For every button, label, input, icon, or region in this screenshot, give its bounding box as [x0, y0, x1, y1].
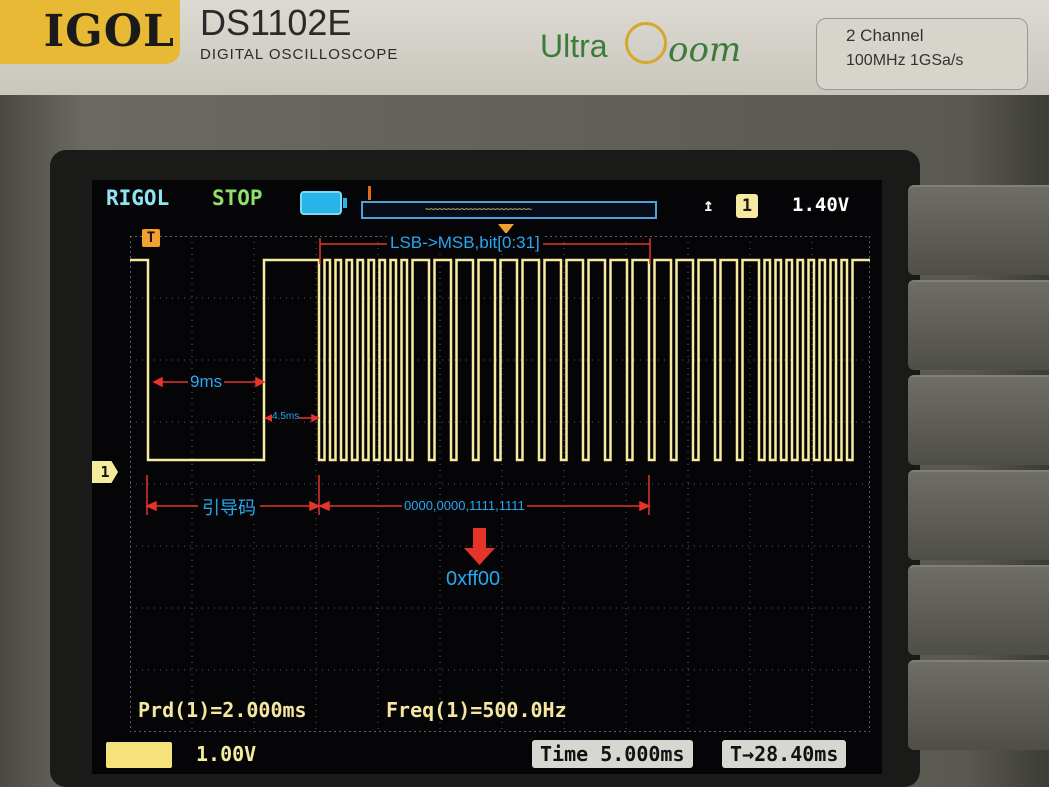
- bit-order-annotation: LSB->MSB,bit[0:31]: [387, 233, 543, 253]
- series-prefix: Ultra: [540, 28, 608, 64]
- softkey-1-button[interactable]: [908, 185, 1049, 275]
- softkey-2-button[interactable]: [908, 280, 1049, 370]
- annotation-overlay: [145, 238, 651, 565]
- bottom-status-bar: 1.00V Time 5.000ms T→28.40ms: [92, 736, 882, 774]
- model-subtitle: DIGITAL OSCILLOSCOPE: [200, 46, 399, 63]
- brand-logo: IGOL: [43, 6, 175, 57]
- ch1-volts-per-div: 1.00V: [196, 742, 257, 766]
- model-name: DS1102E: [200, 2, 352, 43]
- series-suffix: oom: [668, 30, 742, 70]
- lead-high-duration: 4.5ms: [272, 411, 300, 422]
- decoded-result: 0xff00: [446, 568, 501, 590]
- zoom-logo-icon: [625, 22, 667, 64]
- leader-code-label: 引导码: [198, 494, 260, 520]
- trigger-offset-readout: T→28.40ms: [722, 740, 847, 768]
- spec-bandwidth: 100MHz 1GSa/s: [846, 52, 964, 69]
- lead-low-duration: 9ms: [188, 372, 225, 392]
- softkey-6-button[interactable]: [908, 660, 1049, 750]
- timebase-readout: Time 5.000ms: [532, 740, 693, 768]
- softkey-4-button[interactable]: [908, 470, 1049, 560]
- period-measurement: Prd(1)=2.000ms: [138, 698, 307, 722]
- softkey-5-button[interactable]: [908, 565, 1049, 655]
- oscilloscope-display: RIGOL STOP ~~~~~~~~~~~~~~~~~~~~~~~~ ↥ 1 …: [92, 180, 882, 774]
- data-bits-label: 0000,0000,1111,1111: [402, 498, 527, 513]
- ch1-coupling-icon[interactable]: [106, 742, 172, 768]
- spec-channels: 2 Channel: [846, 26, 924, 45]
- result-arrow-icon: [464, 528, 495, 565]
- softkey-3-button[interactable]: [908, 375, 1049, 465]
- device-header-panel: IGOL DS1102E DIGITAL OSCILLOSCOPE Ultra …: [0, 0, 1049, 95]
- brand-plate: IGOL: [0, 0, 180, 64]
- frequency-measurement: Freq(1)=500.0Hz: [386, 698, 567, 722]
